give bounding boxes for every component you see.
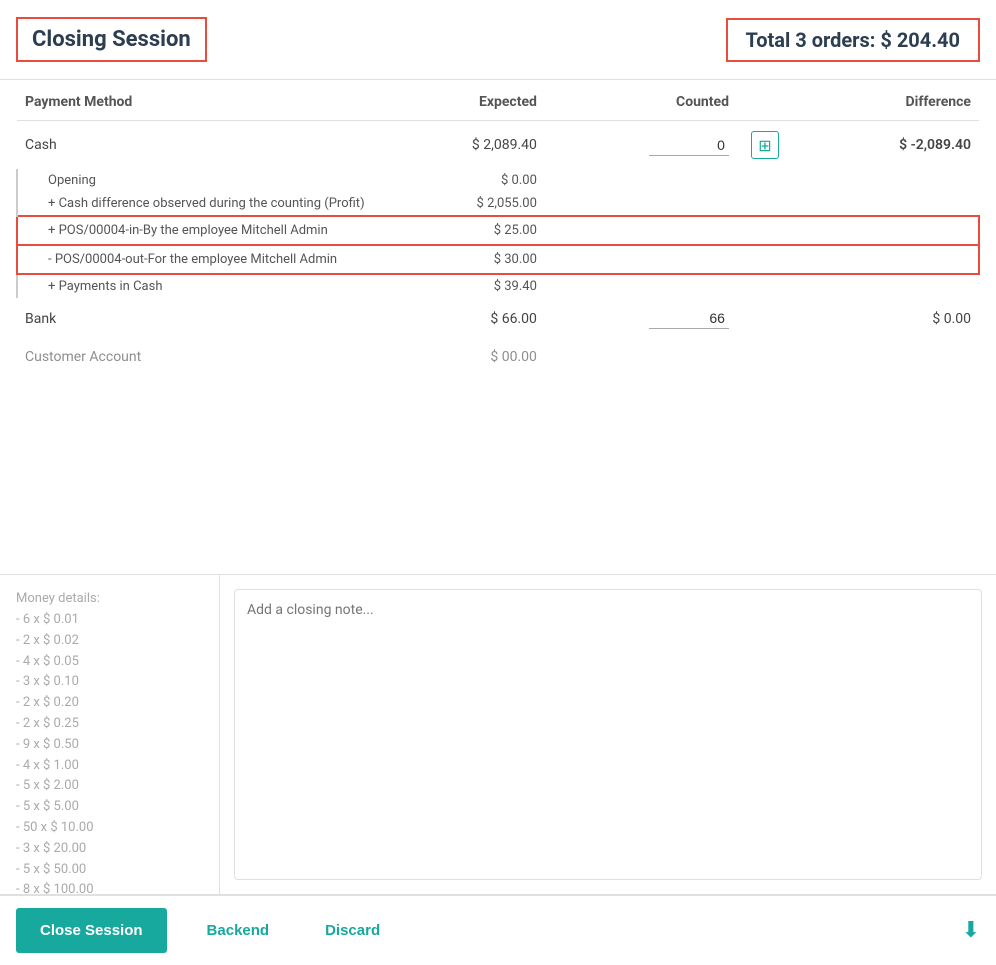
payment-method-bank: Bank <box>17 298 401 339</box>
table-row: + Payments in Cash $ 39.40 <box>17 274 979 298</box>
bank-expected: $ 66.00 <box>401 298 545 339</box>
money-detail-item: - 50 x $ 10.00 <box>16 818 203 839</box>
pos-in-label: + POS/00004-in-By the employee Mitchell … <box>17 216 401 245</box>
cash-diff-amount: $ 2,055.00 <box>401 192 545 216</box>
payment-method-cash: Cash <box>17 121 401 170</box>
table-row: Cash $ 2,089.40 ⊞ $ -2,089.40 <box>17 121 979 170</box>
calc-cell-bank <box>737 298 787 339</box>
col-header-difference: Difference <box>787 80 979 121</box>
money-detail-item: - 8 x $ 100.00 <box>16 880 203 894</box>
opening-amount: $ 0.00 <box>401 169 545 192</box>
payments-cash-amount: $ 39.40 <box>401 274 545 298</box>
close-session-button[interactable]: Close Session <box>16 908 167 953</box>
bank-difference: $ 0.00 <box>787 298 979 339</box>
money-detail-item: - 2 x $ 0.25 <box>16 714 203 735</box>
customer-expected: $ 00.00 <box>401 339 545 375</box>
header: Closing Session Total 3 orders: $ 204.40 <box>0 0 996 80</box>
total-orders: Total 3 orders: $ 204.40 <box>726 18 980 62</box>
money-detail-item: - 4 x $ 0.05 <box>16 652 203 673</box>
payment-table: Payment Method Expected Counted Differen… <box>16 80 980 375</box>
money-detail-item: - 5 x $ 2.00 <box>16 776 203 797</box>
money-detail-item: - 2 x $ 0.02 <box>16 631 203 652</box>
closing-note-input[interactable] <box>234 589 982 880</box>
col-header-expected: Expected <box>401 80 545 121</box>
payment-method-customer: Customer Account <box>17 339 401 375</box>
closing-note-area <box>220 575 996 894</box>
money-detail-item: - 5 x $ 50.00 <box>16 860 203 881</box>
discard-button[interactable]: Discard <box>301 908 404 953</box>
cash-diff-label: + Cash difference observed during the co… <box>17 192 401 216</box>
download-icon[interactable]: ⬇ <box>962 918 980 943</box>
pos-out-label: - POS/00004-out-For the employee Mitchel… <box>17 245 401 274</box>
table-row-highlight: + POS/00004-in-By the employee Mitchell … <box>17 216 979 245</box>
bank-counted-cell <box>545 298 737 339</box>
opening-label: Opening <box>17 169 401 192</box>
money-details-panel: Money details: - 6 x $ 0.01- 2 x $ 0.02-… <box>0 575 220 894</box>
calculator-icon[interactable]: ⊞ <box>751 131 779 159</box>
payment-table-area: Payment Method Expected Counted Differen… <box>0 80 996 574</box>
pos-out-amount: $ 30.00 <box>401 245 545 274</box>
col-header-counted: Counted <box>545 80 737 121</box>
table-row: Bank $ 66.00 $ 0.00 <box>17 298 979 339</box>
pos-in-amount: $ 25.00 <box>401 216 545 245</box>
bottom-section: Money details: - 6 x $ 0.01- 2 x $ 0.02-… <box>0 574 996 894</box>
cash-counted-cell <box>545 121 737 170</box>
table-row: Opening $ 0.00 <box>17 169 979 192</box>
calc-cell-cash: ⊞ <box>737 121 787 170</box>
payments-cash-label: + Payments in Cash <box>17 274 401 298</box>
cash-difference: $ -2,089.40 <box>787 121 979 170</box>
page-title: Closing Session <box>16 17 207 62</box>
money-detail-item: - 3 x $ 20.00 <box>16 839 203 860</box>
money-details-list: - 6 x $ 0.01- 2 x $ 0.02- 4 x $ 0.05- 3 … <box>16 610 203 894</box>
money-detail-item: - 6 x $ 0.01 <box>16 610 203 631</box>
cash-expected: $ 2,089.40 <box>401 121 545 170</box>
cash-counted-input[interactable] <box>649 135 729 156</box>
bank-counted-input[interactable] <box>649 308 729 329</box>
table-row: Customer Account $ 00.00 <box>17 339 979 375</box>
col-header-spacer <box>737 80 787 121</box>
backend-button[interactable]: Backend <box>183 908 294 953</box>
main-content: Payment Method Expected Counted Differen… <box>0 80 996 894</box>
table-row-highlight: - POS/00004-out-For the employee Mitchel… <box>17 245 979 274</box>
money-detail-item: - 4 x $ 1.00 <box>16 756 203 777</box>
money-detail-item: - 3 x $ 0.10 <box>16 672 203 693</box>
footer: Close Session Backend Discard ⬇ <box>0 894 996 965</box>
money-detail-item: - 2 x $ 0.20 <box>16 693 203 714</box>
money-detail-item: - 9 x $ 0.50 <box>16 735 203 756</box>
money-detail-item: - 5 x $ 5.00 <box>16 797 203 818</box>
col-header-method: Payment Method <box>17 80 401 121</box>
table-row: + Cash difference observed during the co… <box>17 192 979 216</box>
money-details-title: Money details: <box>16 591 203 606</box>
